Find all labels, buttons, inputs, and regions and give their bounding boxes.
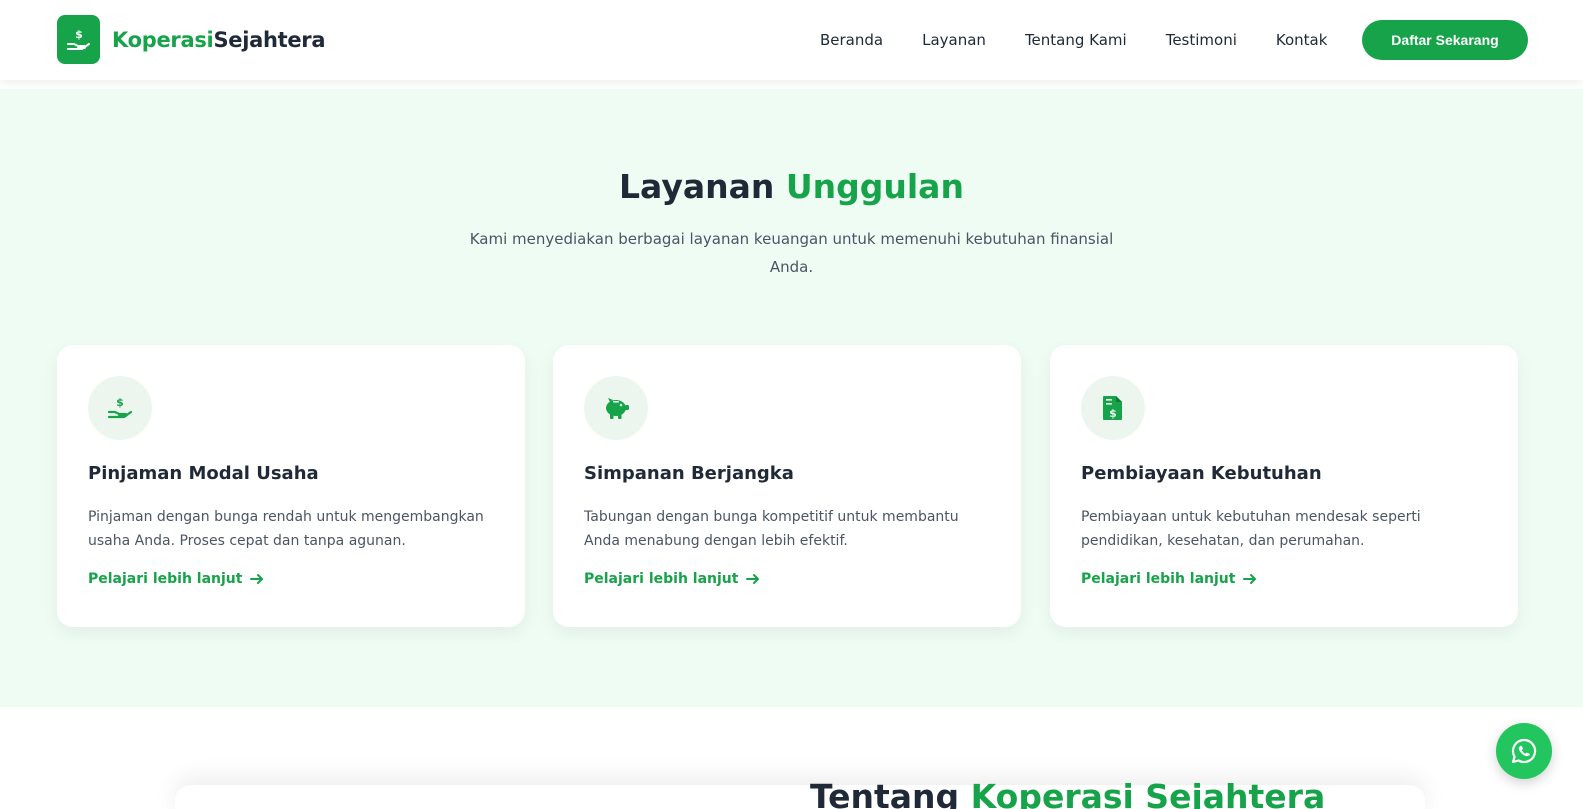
- service-card-loan: $ Pinjaman Modal Usaha Pinjaman dengan b…: [57, 345, 525, 627]
- whatsapp-icon: [1511, 738, 1537, 764]
- learn-more-label: Pelajari lebih lanjut: [1081, 571, 1236, 587]
- learn-more-link[interactable]: Pelajari lebih lanjut: [1081, 571, 1257, 587]
- service-card-title: Pembiayaan Kebutuhan: [1081, 463, 1322, 484]
- about-title-accent: Koperasi Sejahtera: [970, 777, 1326, 809]
- register-button[interactable]: Daftar Sekarang: [1362, 20, 1528, 60]
- arrow-right-icon: [250, 574, 264, 584]
- whatsapp-button[interactable]: [1496, 723, 1552, 779]
- invoice-dollar-icon: $: [1081, 376, 1145, 440]
- about-title-plain: Tentang: [810, 777, 971, 809]
- service-card-financing: $ Pembiayaan Kebutuhan Pembiayaan untuk …: [1050, 345, 1518, 627]
- arrow-right-icon: [746, 574, 760, 584]
- service-card-title: Simpanan Berjangka: [584, 463, 794, 484]
- brand-name-part2: Sejahtera: [213, 27, 326, 52]
- services-section: Layanan Unggulan Kami menyediakan berbag…: [0, 89, 1583, 707]
- services-title-plain: Layanan: [619, 167, 786, 206]
- navbar: $ KoperasiSejahtera Beranda Layanan Tent…: [0, 0, 1583, 80]
- services-title: Layanan Unggulan: [0, 167, 1583, 206]
- svg-text:$: $: [116, 396, 124, 409]
- nav-beranda[interactable]: Beranda: [820, 31, 883, 49]
- hand-dollar-icon: $: [57, 15, 100, 64]
- service-card-desc: Pembiayaan untuk kebutuhan mendesak sepe…: [1081, 509, 1421, 549]
- service-card-desc: Tabungan dengan bunga kompetitif untuk m…: [584, 509, 959, 549]
- brand-logo-link[interactable]: $ KoperasiSejahtera: [57, 15, 326, 64]
- services-subtitle: Kami menyediakan berbagai layanan keuang…: [469, 230, 1114, 276]
- learn-more-label: Pelajari lebih lanjut: [88, 571, 243, 587]
- nav-layanan[interactable]: Layanan: [922, 31, 986, 49]
- nav-tentang-kami[interactable]: Tentang Kami: [1025, 31, 1127, 49]
- service-card-desc: Pinjaman dengan bunga rendah untuk menge…: [88, 509, 484, 549]
- nav-testimoni[interactable]: Testimoni: [1166, 31, 1237, 49]
- brand-name-part1: Koperasi: [112, 27, 214, 52]
- service-card-savings: Simpanan Berjangka Tabungan dengan bunga…: [553, 345, 1021, 627]
- svg-text:$: $: [75, 28, 83, 41]
- main-nav: Beranda Layanan Tentang Kami Testimoni K…: [820, 0, 1366, 80]
- nav-kontak[interactable]: Kontak: [1276, 31, 1328, 49]
- hand-dollar-icon: $: [88, 376, 152, 440]
- piggy-bank-icon: [584, 376, 648, 440]
- learn-more-link[interactable]: Pelajari lebih lanjut: [88, 571, 264, 587]
- arrow-right-icon: [1243, 574, 1257, 584]
- brand-name: KoperasiSejahtera: [112, 27, 326, 52]
- about-title: Tentang Koperasi Sejahtera: [810, 777, 1325, 809]
- service-card-title: Pinjaman Modal Usaha: [88, 463, 319, 484]
- services-title-accent: Unggulan: [785, 167, 964, 206]
- learn-more-label: Pelajari lebih lanjut: [584, 571, 739, 587]
- svg-text:$: $: [1109, 407, 1117, 420]
- learn-more-link[interactable]: Pelajari lebih lanjut: [584, 571, 760, 587]
